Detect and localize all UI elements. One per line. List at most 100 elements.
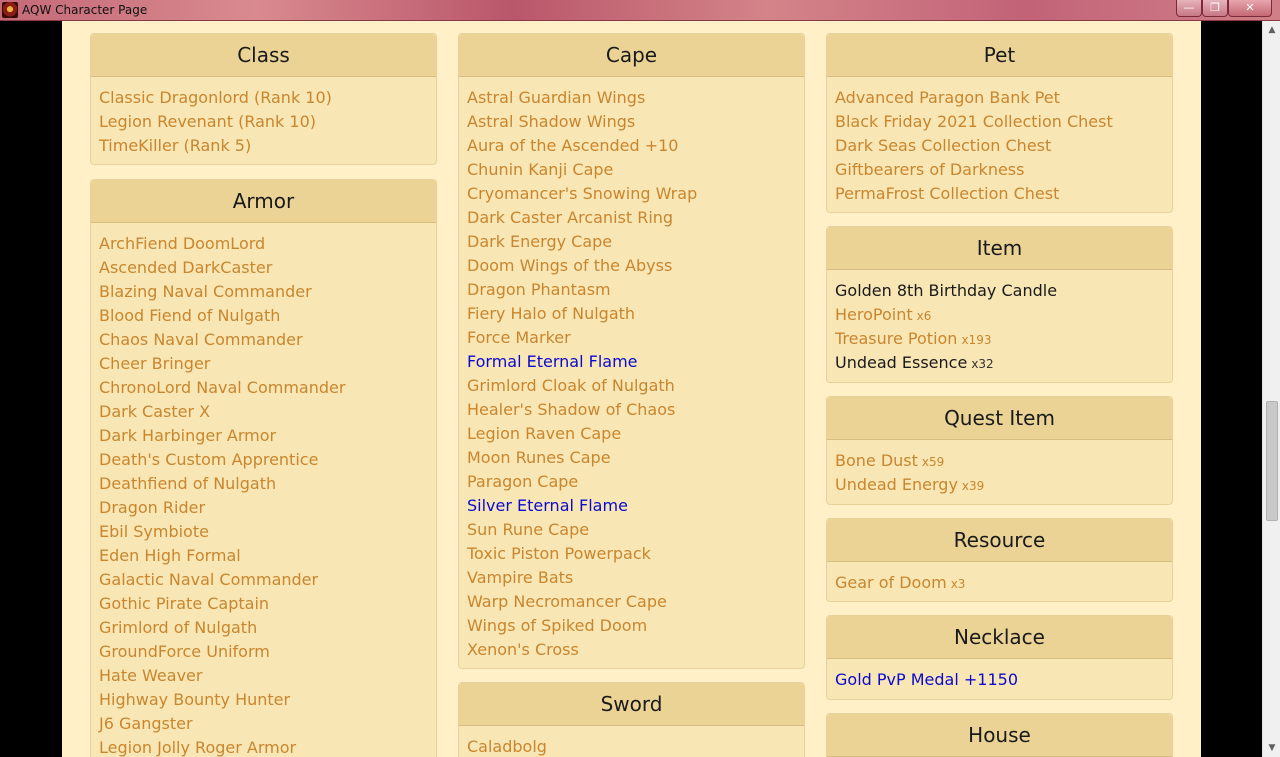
panel-quest-item: Quest Item Bone Dust x59 Undead Energy x39	[826, 396, 1173, 505]
item-link[interactable]: Dark Energy Cape	[467, 232, 612, 251]
panel-class: Class Classic Dragonlord (Rank 10) Legion…	[90, 33, 437, 165]
item-link[interactable]: Healer's Shadow of Chaos	[467, 400, 675, 419]
item-link[interactable]: J6 Gangster	[99, 714, 193, 733]
item-link[interactable]: Paragon Cape	[467, 472, 578, 491]
item-link[interactable]: Legion Revenant (Rank 10)	[99, 112, 316, 131]
item-link[interactable]: Gold PvP Medal +1150	[835, 670, 1018, 689]
list-item: Eden High Formal	[99, 544, 428, 568]
panel-pet: Pet Advanced Paragon Bank Pet Black Frida…	[826, 33, 1173, 213]
item-link[interactable]: Treasure Potion	[835, 329, 957, 348]
item-link[interactable]: Advanced Paragon Bank Pet	[835, 88, 1060, 107]
list-item: Classic Dragonlord (Rank 10)	[99, 86, 428, 110]
item-link[interactable]: Doom Wings of the Abyss	[467, 256, 672, 275]
item-link[interactable]: Dragon Rider	[99, 498, 205, 517]
item-link[interactable]: Aura of the Ascended +10	[467, 136, 678, 155]
item-link[interactable]: Blood Fiend of Nulgath	[99, 306, 280, 325]
item-link[interactable]: Formal Eternal Flame	[467, 352, 638, 371]
list-item: Golden 8th Birthday Candle	[835, 279, 1164, 303]
panel-title: Armor	[91, 180, 436, 223]
item-link[interactable]: Cheer Bringer	[99, 354, 210, 373]
item-quantity: x32	[971, 357, 994, 371]
item-link[interactable]: Legion Raven Cape	[467, 424, 621, 443]
close-button[interactable]: ✕	[1228, 0, 1272, 17]
minimize-button[interactable]: —	[1176, 0, 1202, 17]
panel-house: House	[826, 713, 1173, 757]
list-item: Grimlord Cloak of Nulgath	[467, 374, 796, 398]
item-link[interactable]: Grimlord Cloak of Nulgath	[467, 376, 675, 395]
item-link[interactable]: Moon Runes Cape	[467, 448, 611, 467]
item-link[interactable]: ArchFiend DoomLord	[99, 234, 265, 253]
item-link[interactable]: Wings of Spiked Doom	[467, 616, 647, 635]
item-link[interactable]: Dark Harbinger Armor	[99, 426, 276, 445]
item-link[interactable]: HeroPoint	[835, 305, 913, 324]
vertical-scrollbar[interactable]: ▲ ▼	[1262, 21, 1280, 757]
panel-title: Resource	[827, 519, 1172, 562]
item-link[interactable]: Giftbearers of Darkness	[835, 160, 1024, 179]
item-link[interactable]: Galactic Naval Commander	[99, 570, 318, 589]
list-item: Formal Eternal Flame	[467, 350, 796, 374]
item-link[interactable]: Black Friday 2021 Collection Chest	[835, 112, 1113, 131]
list-item: HeroPoint x6	[835, 303, 1164, 327]
item-link[interactable]: Astral Shadow Wings	[467, 112, 635, 131]
item-link[interactable]: Toxic Piston Powerpack	[467, 544, 651, 563]
list-item: Sun Rune Cape	[467, 518, 796, 542]
item-link[interactable]: Dark Caster Arcanist Ring	[467, 208, 673, 227]
list-item: Vampire Bats	[467, 566, 796, 590]
item-link[interactable]: Vampire Bats	[467, 568, 573, 587]
list-item: Legion Revenant (Rank 10)	[99, 110, 428, 134]
item-link[interactable]: Sun Rune Cape	[467, 520, 589, 539]
list-item: Warp Necromancer Cape	[467, 590, 796, 614]
item-link[interactable]: Hate Weaver	[99, 666, 202, 685]
maximize-button[interactable]: ❐	[1202, 0, 1228, 17]
cape-list: Astral Guardian Wings Astral Shadow Wings…	[459, 77, 804, 668]
list-item: Astral Shadow Wings	[467, 110, 796, 134]
item-link[interactable]: Astral Guardian Wings	[467, 88, 645, 107]
scroll-down-arrow-icon[interactable]: ▼	[1263, 739, 1280, 757]
item-link[interactable]: Ebil Symbiote	[99, 522, 209, 541]
item-link[interactable]: Undead Energy	[835, 475, 958, 494]
item-link[interactable]: Highway Bounty Hunter	[99, 690, 290, 709]
item-link[interactable]: TimeKiller (Rank 5)	[99, 136, 251, 155]
list-item: Force Marker	[467, 326, 796, 350]
item-link[interactable]: Warp Necromancer Cape	[467, 592, 667, 611]
item-link[interactable]: Gear of Doom	[835, 573, 947, 592]
item-link[interactable]: Death's Custom Apprentice	[99, 450, 318, 469]
list-item: Cheer Bringer	[99, 352, 428, 376]
item-link[interactable]: Blazing Naval Commander	[99, 282, 312, 301]
item-link[interactable]: Chunin Kanji Cape	[467, 160, 613, 179]
item-link[interactable]: Force Marker	[467, 328, 571, 347]
item-link[interactable]: Dark Seas Collection Chest	[835, 136, 1051, 155]
item-link[interactable]: Grimlord of Nulgath	[99, 618, 257, 637]
item-quantity: x3	[950, 577, 966, 591]
window-title: AQW Character Page	[22, 3, 148, 17]
item-link[interactable]: Eden High Formal	[99, 546, 241, 565]
item-link[interactable]: Classic Dragonlord (Rank 10)	[99, 88, 332, 107]
item-link[interactable]: GroundForce Uniform	[99, 642, 270, 661]
list-item: Chaos Naval Commander	[99, 328, 428, 352]
list-item: Galactic Naval Commander	[99, 568, 428, 592]
item-link[interactable]: Cryomancer's Snowing Wrap	[467, 184, 697, 203]
item-link[interactable]: Golden 8th Birthday Candle	[835, 281, 1057, 300]
item-link[interactable]: Xenon's Cross	[467, 640, 579, 659]
page-viewport: Class Classic Dragonlord (Rank 10) Legion…	[0, 21, 1262, 757]
item-link[interactable]: Chaos Naval Commander	[99, 330, 303, 349]
list-item: Dark Energy Cape	[467, 230, 796, 254]
scroll-thumb[interactable]	[1266, 401, 1278, 521]
item-link[interactable]: Legion Jolly Roger Armor	[99, 738, 296, 757]
list-item: Dark Caster Arcanist Ring	[467, 206, 796, 230]
item-link[interactable]: Undead Essence	[835, 353, 967, 372]
item-link[interactable]: Caladbolg	[467, 737, 547, 756]
item-link[interactable]: PermaFrost Collection Chest	[835, 184, 1059, 203]
list-item: Legion Jolly Roger Armor	[99, 736, 428, 757]
item-link[interactable]: Ascended DarkCaster	[99, 258, 272, 277]
item-link[interactable]: Bone Dust	[835, 451, 918, 470]
scroll-up-arrow-icon[interactable]: ▲	[1263, 21, 1280, 39]
item-link[interactable]: Gothic Pirate Captain	[99, 594, 269, 613]
item-link[interactable]: Dragon Phantasm	[467, 280, 611, 299]
item-link[interactable]: Dark Caster X	[99, 402, 210, 421]
item-link[interactable]: Fiery Halo of Nulgath	[467, 304, 635, 323]
item-link[interactable]: ChronoLord Naval Commander	[99, 378, 345, 397]
item-link[interactable]: Silver Eternal Flame	[467, 496, 628, 515]
item-link[interactable]: Deathfiend of Nulgath	[99, 474, 276, 493]
panel-resource: Resource Gear of Doom x3	[826, 518, 1173, 602]
